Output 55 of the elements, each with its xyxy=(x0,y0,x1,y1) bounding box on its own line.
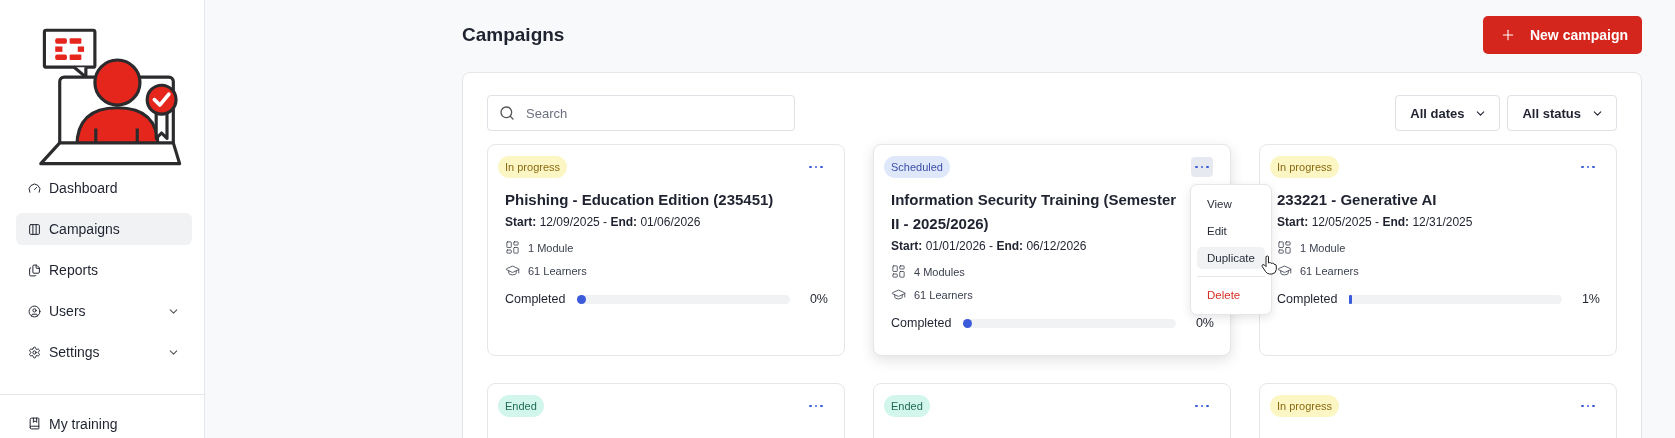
campaign-dates: Start: 12/09/2025 - End: 01/06/2026 xyxy=(505,215,702,229)
search-field[interactable]: Search xyxy=(487,95,795,131)
sidebar-item[interactable]: My training xyxy=(16,409,192,438)
modules-icon xyxy=(505,240,520,255)
sidebar-item[interactable]: Settings xyxy=(16,336,192,369)
campaign-dates: Start: 01/01/2026 - End: 06/12/2026 xyxy=(891,239,1088,253)
progress-percent: 0% xyxy=(808,292,828,306)
campaign-card[interactable]: Ended xyxy=(873,383,1231,438)
columns-icon xyxy=(28,222,41,236)
documents-icon xyxy=(28,263,41,277)
modules-count: 1 Module xyxy=(528,241,574,254)
modules-count: 4 Modules xyxy=(914,265,965,278)
filter-dropdown[interactable]: All status xyxy=(1507,95,1617,131)
status-badge: Ended xyxy=(884,395,930,417)
campaign-card[interactable]: In progress 233221 - Generative AI Start: 12/05/2025 - End: 12/31/2025 1 Module 61 Learners Completed 1% xyxy=(1259,144,1617,356)
sidebar-item[interactable]: Users xyxy=(16,295,192,328)
status-badge: In progress xyxy=(1270,395,1340,417)
status-badge: Ended xyxy=(498,395,544,417)
progress-label: Completed xyxy=(891,316,952,330)
progress-label: Completed xyxy=(1277,292,1338,306)
modules-icon xyxy=(891,264,906,279)
sidebar-item[interactable]: Reports xyxy=(16,254,192,287)
campaign-card[interactable]: In progress xyxy=(1259,383,1617,438)
progress-label: Completed xyxy=(505,292,566,306)
graduation-cap-icon xyxy=(891,287,906,302)
status-badge: Scheduled xyxy=(884,156,950,178)
learners-count: 61 Learners xyxy=(914,288,973,301)
gauge-icon xyxy=(28,181,41,195)
graduation-cap-icon xyxy=(1277,263,1292,278)
learners-count: 61 Learners xyxy=(528,264,587,277)
campaign-card[interactable]: In progress Phishing - Education Edition (235451) Start: 12/09/2025 - End: 01/06/2026 1 Module 61 Learners Completed 0% xyxy=(487,144,845,356)
search-icon xyxy=(499,105,515,121)
campaign-title: Information Security Training (Semester II - 2025/2026) xyxy=(891,190,1178,234)
filter-dropdown[interactable]: All dates xyxy=(1395,95,1501,131)
menu-item[interactable]: Duplicate xyxy=(1197,247,1265,269)
more-button[interactable] xyxy=(1191,157,1213,177)
graduation-cap-icon xyxy=(505,263,520,278)
campaign-card[interactable]: Ended xyxy=(487,383,845,438)
page-title: Campaigns xyxy=(462,24,565,46)
modules-icon xyxy=(1277,240,1292,255)
learners-count: 61 Learners xyxy=(1300,264,1359,277)
sidebar-item[interactable]: Campaigns xyxy=(16,213,192,246)
modules-count: 1 Module xyxy=(1300,241,1346,254)
campaign-title: Phishing - Education Edition (235451) xyxy=(505,190,775,210)
status-badge: In progress xyxy=(1270,156,1340,178)
sidebar-item[interactable]: Dashboard xyxy=(16,172,192,205)
progress-percent: 0% xyxy=(1194,316,1214,330)
progress-percent: 1% xyxy=(1580,292,1600,306)
campaign-title: 233221 - Generative AI xyxy=(1277,190,1438,210)
user-icon xyxy=(28,304,41,318)
campaign-dates: Start: 12/05/2025 - End: 12/31/2025 xyxy=(1277,215,1474,229)
book-icon xyxy=(28,417,41,431)
status-badge: In progress xyxy=(498,156,568,178)
settings-icon xyxy=(28,345,41,359)
new-campaign-button[interactable]: New campaign xyxy=(1482,16,1642,54)
